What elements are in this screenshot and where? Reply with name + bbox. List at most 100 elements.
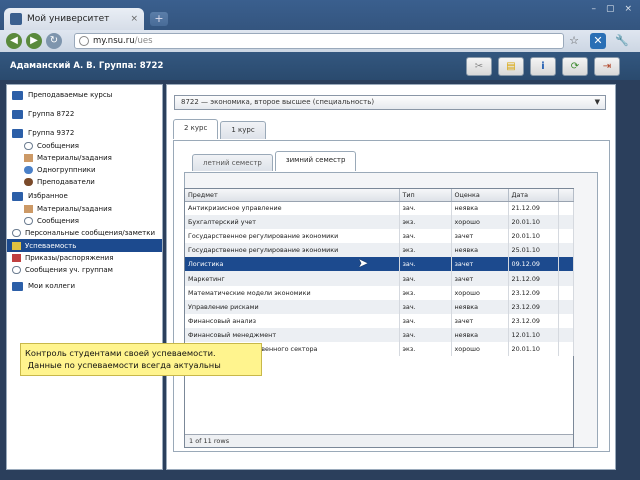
sidebar-item-teachers[interactable]: Преподаватели (7, 176, 162, 188)
column-header-date[interactable]: Дата (508, 189, 559, 202)
sidebar-item-group-9372[interactable]: Группа 9372 (7, 126, 162, 140)
cell-grade: хорошо (451, 285, 509, 300)
cell-type: экз. (399, 215, 452, 230)
sidebar-item-label: Успеваемость (25, 241, 77, 250)
group-select[interactable]: 8722 — экономика, второе высшее (специал… (174, 95, 606, 110)
sidebar-item-label: Материалы/задания (37, 205, 112, 213)
cell-subject: Государственное регулирование экономики (185, 229, 400, 244)
wrench-icon[interactable]: 🔧 (614, 33, 630, 49)
back-button[interactable]: ◀ (6, 33, 22, 49)
column-header-grade[interactable]: Оценка (451, 189, 509, 202)
table-body: Антикризисное управление зач. неявка 21.12.… (185, 201, 574, 357)
sidebar-item-fav-messages[interactable]: Сообщения (7, 215, 162, 227)
cell-spacer (558, 327, 574, 342)
cell-type: зач. (399, 327, 452, 342)
sidebar-item-label: Персональные сообщения/заметки (25, 229, 156, 237)
info-button[interactable]: i (530, 57, 556, 76)
refresh-button[interactable]: ⟳ (562, 57, 588, 76)
cell-type: зач. (399, 299, 452, 314)
cell-date: 23.12.09 (508, 285, 559, 300)
semester-tabs: летний семестр зимний семестр (192, 151, 357, 171)
tab-winter-semester[interactable]: зимний семестр (274, 151, 357, 171)
close-tab-icon[interactable]: × (130, 14, 138, 24)
table-row[interactable]: Управление рисками зач. неявка 23.12.09 (185, 299, 574, 314)
sidebar-item-label: Избранное (28, 192, 68, 200)
browser-tab[interactable]: Мой университет × (4, 8, 144, 30)
table-row[interactable]: Государственное регулирование экономики з… (185, 229, 574, 244)
window-controls: – ▢ × (591, 4, 632, 14)
cell-date: 21.12.09 (508, 201, 559, 216)
cell-date: 20.01.10 (508, 215, 559, 230)
sidebar-item-classmates[interactable]: Одногруппники (7, 164, 162, 176)
app-header: Адаманский А. В. Группа: 8722 ✂ ▤ i ⟳ ⇥ (0, 52, 640, 80)
tab-title: Мой университет (27, 14, 110, 24)
cell-type: зач. (399, 271, 452, 286)
group-select-value: 8722 — экономика, второе высшее (специал… (181, 98, 375, 106)
table-row[interactable]: Логистика зач. зачет 09.12.09 (185, 257, 574, 272)
sidebar-item-personal-messages[interactable]: Персональные сообщения/заметки (7, 227, 162, 239)
table-row[interactable]: Математические модели экономики экз. хорош… (185, 285, 574, 300)
sidebar-item-materials[interactable]: Материалы/задания (7, 152, 162, 164)
sidebar-item-messages[interactable]: Сообщения (7, 140, 162, 152)
cell-subject: Управление рисками (185, 299, 400, 314)
cell-type: зач. (399, 313, 452, 328)
cell-grade: неявка (451, 299, 509, 314)
sidebar-item-colleagues[interactable]: Мои коллеги (7, 279, 162, 293)
table-row[interactable]: Бухгалтерский учет экз. хорошо 20.01.10 (185, 215, 574, 230)
exit-button[interactable]: ⇥ (594, 57, 620, 76)
tab-year-2[interactable]: 2 курс (173, 119, 219, 139)
table-row[interactable]: Маркетинг зач. зачет 21.12.09 (185, 271, 574, 286)
column-header-subject[interactable]: Предмет (185, 189, 400, 202)
tab-year-1[interactable]: 1 курс (220, 121, 266, 139)
table-row[interactable]: Государственное регулирование экономики э… (185, 243, 574, 258)
sidebar-item-fav-materials[interactable]: Материалы/задания (7, 203, 162, 215)
sidebar-item-favorites[interactable]: Избранное (7, 189, 162, 203)
tab-summer-semester[interactable]: летний семестр (192, 154, 273, 171)
cell-grade: хорошо (451, 341, 509, 357)
url-path: /ues (134, 36, 153, 46)
close-window-icon[interactable]: × (624, 4, 632, 14)
messages-icon (12, 266, 21, 274)
table-row[interactable]: Антикризисное управление зач. неявка 21.12.… (185, 201, 574, 216)
sidebar-item-group-8722[interactable]: Группа 8722 (7, 107, 162, 121)
column-menu-icon[interactable] (558, 189, 574, 202)
globe-icon (79, 36, 89, 46)
grades-icon (12, 241, 21, 250)
grades-table: Предмет Тип Оценка Дата Антикризисное уп… (184, 188, 574, 448)
sidebar-item-orders[interactable]: Приказы/распоряжения (7, 252, 162, 264)
maximize-icon[interactable]: ▢ (606, 4, 615, 14)
reload-button[interactable]: ↻ (46, 33, 62, 49)
forward-button[interactable]: ▶ (26, 33, 42, 49)
minimize-icon[interactable]: – (591, 4, 596, 14)
cell-type: зач. (399, 257, 452, 272)
new-tab-button[interactable]: + (150, 12, 168, 26)
cell-subject: Финансовый анализ (185, 313, 400, 328)
sidebar-item-group-messages[interactable]: Сообщения уч. группам (7, 264, 162, 276)
note-button[interactable]: ▤ (498, 57, 524, 76)
callout-line-1: Контроль студентами своей успеваемости. (25, 348, 216, 358)
messages-icon (24, 217, 33, 225)
cell-spacer (558, 243, 574, 258)
tools-button[interactable]: ✂ (466, 57, 492, 76)
cell-date: 20.01.10 (508, 341, 559, 357)
cell-date: 25.01.10 (508, 243, 559, 258)
chevron-down-icon: ▼ (594, 98, 600, 106)
cell-date: 21.12.09 (508, 271, 559, 286)
table-row[interactable]: Финансовый менеджмент зач. неявка 12.01.10 (185, 327, 574, 342)
sidebar-item-grades[interactable]: Успеваемость (7, 239, 162, 252)
star-icon[interactable]: ☆ (566, 33, 582, 49)
sidebar-item-label: Мои коллеги (28, 282, 76, 290)
cell-type: зач. (399, 201, 452, 216)
cell-spacer (558, 285, 574, 300)
column-header-type[interactable]: Тип (399, 189, 452, 202)
sidebar-item-taught-courses[interactable]: Преподаваемые курсы (7, 88, 162, 102)
extension-icon[interactable]: ✕ (590, 33, 606, 49)
sidebar-item-label: Одногруппники (37, 166, 96, 174)
classmates-icon (24, 166, 33, 174)
address-bar[interactable]: my.nsu.ru /ues (74, 33, 564, 49)
table-row[interactable]: Финансовый анализ зач. зачет 23.12.09 (185, 313, 574, 328)
sidebar-item-label: Преподаватели (37, 178, 95, 186)
tools-icon: ✂ (474, 61, 484, 72)
exit-icon: ⇥ (602, 61, 612, 72)
note-icon: ▤ (506, 61, 516, 72)
